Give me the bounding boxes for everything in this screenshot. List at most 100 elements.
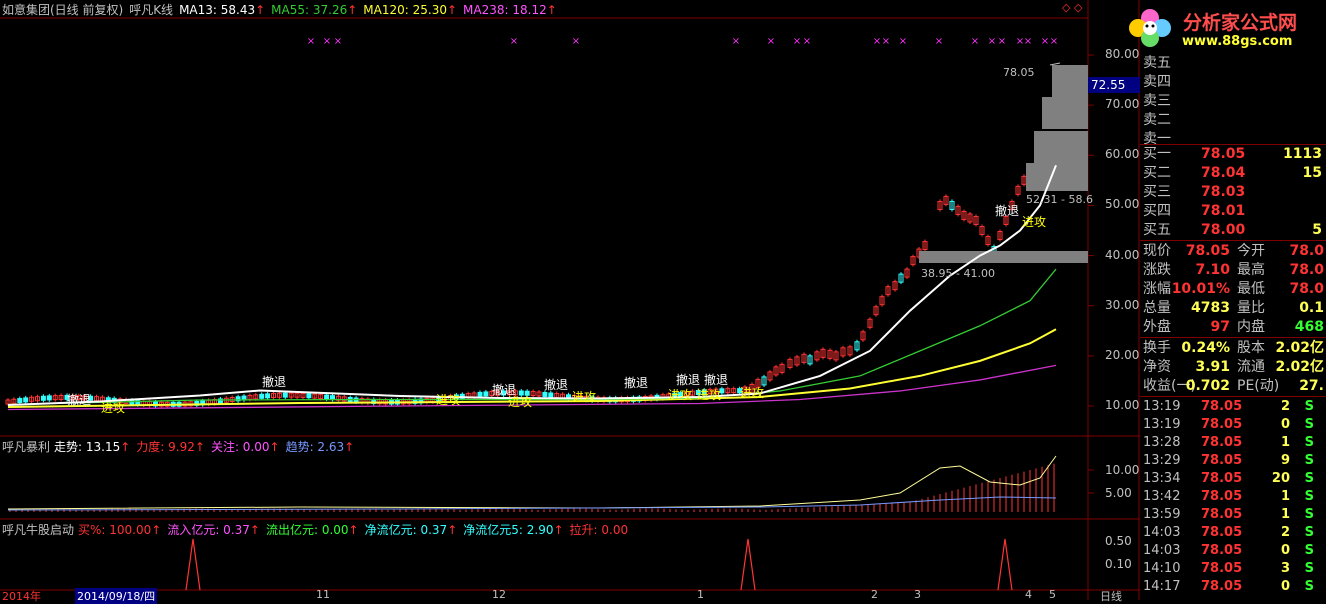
ma120-value: MA120: 25.30 [363,3,447,17]
chip-distribution-block [919,251,1088,263]
tick-price: 78.05 [1201,579,1243,594]
sub1-tendency-arrow: ↑ [344,440,355,454]
tick-row[interactable]: 13:29 78.05 9 S [1140,452,1326,470]
signal-attack: 进攻 [508,395,533,409]
sub2-netflow5-arrow: ↑ [553,523,564,537]
tick-side: S [1304,471,1314,486]
tick-row[interactable]: 13:59 78.05 1 S [1140,506,1326,524]
sub2-inflow: 流入亿元: 0.37 [167,523,250,537]
tick-side: S [1304,399,1314,414]
kline-chart[interactable]: × × × × × × × × × × × × × × × × × × × × [0,0,1140,600]
stat-label: PE(动) [1237,378,1280,394]
header-marks[interactable]: ◇ ◇ [1062,1,1082,14]
x-month-label: 12 [492,588,506,601]
stat-value: 78.0 [1289,262,1324,278]
candle-body [40,395,46,401]
x-month-label: 2 [871,588,878,601]
stat-label: 股本 [1237,340,1265,356]
order-book-buy-row: 买三 78.03 [1140,183,1326,202]
order-volume: 1113 [1283,146,1322,162]
logo-url[interactable]: www.88gs.com [1182,34,1292,49]
alert-mark: × [1050,36,1058,47]
x-cursor-date: 2014/09/18/四 [75,588,158,604]
y-label: 0.10 [1105,557,1132,571]
order-label: 买五 [1143,222,1171,238]
y-label: 5.00 [1105,486,1132,500]
order-label: 买四 [1143,203,1171,219]
tick-volume: 3 [1280,561,1290,576]
signal-retreat: 撤退 [544,378,569,392]
ma238-arrow: ↑ [546,3,557,17]
period-label[interactable]: 日线 [1100,588,1122,604]
signal-attack: 进攻 [1022,215,1047,229]
ma120-arrow: ↑ [446,3,458,17]
tick-row[interactable]: 13:28 78.05 1 S [1140,434,1326,452]
tick-price: 78.05 [1201,507,1243,522]
tick-price: 78.05 [1201,417,1243,432]
stat-label: 外盘 [1143,319,1171,335]
stat-value: 97 [1210,319,1230,335]
alert-mark: × [873,36,881,47]
sub2-netflow5: 净流亿元5: 2.90 [463,523,554,537]
y-label: 0.50 [1105,534,1132,548]
stat-row: 现价 78.05 今开 78.0 [1140,242,1326,261]
y-label: 40.00 [1105,247,1140,262]
stat-label: 换手 [1143,340,1171,356]
x-month-label: 4 [1025,588,1032,601]
tick-row[interactable]: 14:17 78.05 0 S [1140,578,1326,596]
candle-body [483,391,489,397]
tick-time: 14:03 [1143,543,1181,558]
tick-volume: 1 [1280,507,1290,522]
tick-side: S [1304,507,1314,522]
tick-price: 78.05 [1201,561,1243,576]
tick-volume: 0 [1280,579,1290,594]
stat-row: 总量 4783 量比 0.1 [1140,299,1326,318]
tick-row[interactable]: 14:03 78.05 0 S [1140,542,1326,560]
tick-row[interactable]: 13:19 78.05 0 S [1140,416,1326,434]
y-label: 10.00 [1105,463,1140,477]
stat-value: 2.02亿 [1275,340,1324,356]
order-book-sell-row: 卖五 [1140,54,1326,73]
tick-side: S [1304,525,1314,540]
site-logo: 分析家公式网 www.88gs.com [1128,4,1326,52]
tick-price: 78.05 [1201,399,1243,414]
stat-label: 流通 [1237,359,1265,375]
tick-time: 13:59 [1143,507,1181,522]
tick-row[interactable]: 14:10 78.05 3 S [1140,560,1326,578]
order-label: 卖二 [1143,112,1171,128]
high-price-label: 78.05 [1003,66,1035,79]
stat-value: 27. [1299,378,1324,394]
ma13-line [7,164,1057,406]
ma55-value: MA55: 37.26 [271,3,348,17]
x-month-label: 3 [914,588,921,601]
tick-price: 78.05 [1201,453,1243,468]
stat-row: 涨幅 10.01% 最低 78.0 [1140,280,1326,299]
signal-retreat: 撤退 [704,373,729,387]
tick-row[interactable]: 14:03 78.05 2 S [1140,524,1326,542]
tick-time: 14:17 [1143,579,1181,594]
stat-value: 78.05 [1185,243,1230,259]
alert-mark: × [988,36,996,47]
tick-volume: 2 [1280,399,1290,414]
stat-label: 今开 [1237,243,1265,259]
sub1-tendency: 趋势: 2.63 [285,440,345,454]
sub1-trend: 走势: 13.15 [54,440,121,454]
candle-body [548,392,554,398]
sub2-spike [185,538,201,591]
tick-row[interactable]: 13:19 78.05 2 S [1140,398,1326,416]
sub2-spike [740,538,756,591]
alert-mark: × [793,36,801,47]
alert-mark: × [1024,36,1032,47]
order-price: 78.04 [1201,165,1246,181]
sub1-name: 呼凡暴利 [2,440,51,454]
high-price-pointer [1049,62,1061,66]
signal-attack: 进攻 [572,390,597,404]
sub1-header: 呼凡暴利 走势: 13.15↑ 力度: 9.92↑ 关注: 0.00↑ 趋势: 2.63… [2,438,360,455]
order-book-sell-row: 卖四 [1140,73,1326,92]
order-book-sell-row: 卖二 [1140,111,1326,130]
signal-attack: 进攻 [101,401,126,415]
tick-time: 13:19 [1143,399,1181,414]
tick-row[interactable]: 13:42 78.05 1 S [1140,488,1326,506]
tick-row[interactable]: 13:34 78.05 20 S [1140,470,1326,488]
upper-zone-label: 52.31 - 58.6 [1026,193,1093,206]
